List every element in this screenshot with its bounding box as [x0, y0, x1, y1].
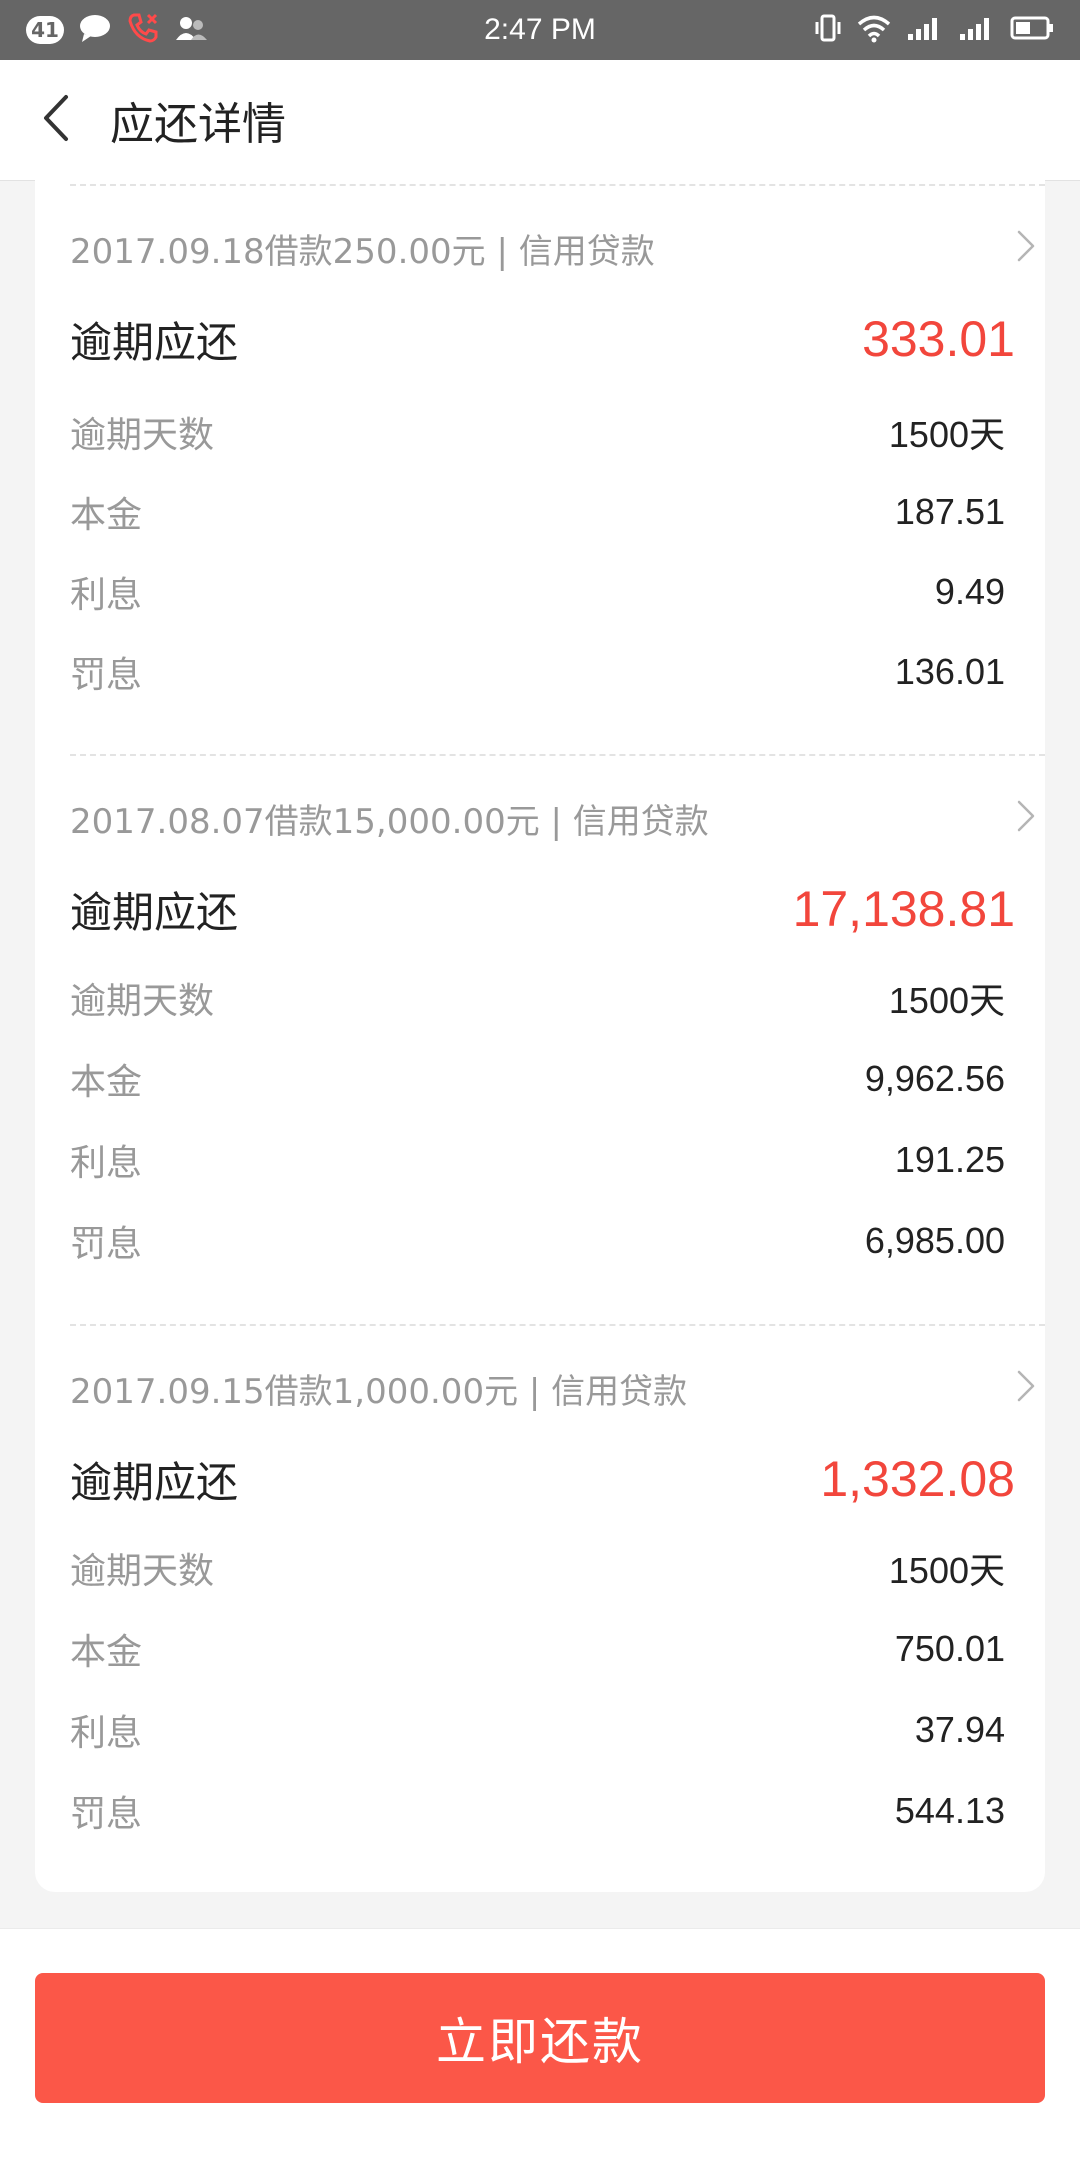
- detail-value: 1500天: [888, 414, 1005, 455]
- chevron-right-icon: [1005, 226, 1045, 270]
- detail-row-interest: 利息 191.25: [70, 1130, 1005, 1190]
- detail-value: 191.25: [894, 1139, 1005, 1180]
- detail-value: 187.51: [894, 491, 1005, 532]
- detail-value: 1500天: [888, 980, 1005, 1021]
- overdue-total-row: 逾期应还 333.01: [70, 304, 1015, 374]
- divider: [70, 1324, 1045, 1326]
- bottom-action-bar: 立即还款: [0, 1928, 1080, 2161]
- page-title: 应还详情: [110, 99, 286, 150]
- detail-row-overdue-days: 逾期天数 1500天: [70, 968, 1005, 1028]
- divider: [70, 184, 1045, 186]
- detail-label: 逾期天数: [70, 415, 215, 456]
- missed-call-icon: [126, 11, 160, 49]
- detail-label: 本金: [70, 1632, 143, 1673]
- detail-label: 逾期天数: [70, 1551, 215, 1592]
- repay-now-button[interactable]: 立即还款: [35, 1973, 1045, 2103]
- detail-row-overdue-days: 逾期天数 1500天: [70, 402, 1005, 462]
- divider: [70, 754, 1045, 756]
- overdue-amount: 17,138.81: [792, 881, 1015, 937]
- overdue-total-row: 逾期应还 17,138.81: [70, 874, 1015, 944]
- loan-header-text: 2017.08.07借款15,000.00元 | 信用贷款: [70, 801, 709, 842]
- detail-row-penalty-interest: 罚息 6,985.00: [70, 1211, 1005, 1271]
- detail-value: 750.01: [894, 1628, 1005, 1669]
- detail-label: 逾期天数: [70, 981, 215, 1022]
- status-bar-left: 41: [26, 11, 386, 49]
- overdue-amount: 1,332.08: [820, 1451, 1015, 1507]
- status-bar: 41 2:47 PM: [0, 0, 1080, 60]
- detail-label: 本金: [70, 1062, 143, 1103]
- chevron-right-icon: [1005, 796, 1045, 840]
- detail-row-principal: 本金 9,962.56: [70, 1049, 1005, 1109]
- loan-header[interactable]: 2017.09.18借款250.00元 | 信用贷款: [70, 218, 1045, 278]
- loan-header-text: 2017.09.15借款1,000.00元 | 信用贷款: [70, 1371, 688, 1412]
- detail-row-penalty-interest: 罚息 136.01: [70, 642, 1005, 702]
- detail-row-principal: 本金 187.51: [70, 482, 1005, 542]
- overdue-label: 逾期应还: [70, 887, 239, 937]
- loan-header-text: 2017.09.18借款250.00元 | 信用贷款: [70, 231, 655, 272]
- detail-value: 136.01: [894, 651, 1005, 692]
- battery-icon: [1010, 15, 1054, 45]
- navigation-bar: 应还详情: [0, 60, 1080, 181]
- detail-row-penalty-interest: 罚息 544.13: [70, 1781, 1005, 1841]
- status-bar-right: [694, 12, 1054, 48]
- loan-header[interactable]: 2017.09.15借款1,000.00元 | 信用贷款: [70, 1358, 1045, 1418]
- detail-row-principal: 本金 750.01: [70, 1619, 1005, 1679]
- vibrate-icon: [814, 12, 842, 48]
- detail-value: 1500天: [888, 1550, 1005, 1591]
- chevron-left-icon: [38, 93, 72, 147]
- notification-count-badge: 41: [26, 16, 64, 44]
- loan-header[interactable]: 2017.08.07借款15,000.00元 | 信用贷款: [70, 788, 1045, 848]
- overdue-label: 逾期应还: [70, 1457, 239, 1507]
- detail-label: 利息: [70, 575, 143, 616]
- loans-card: 2017.09.18借款250.00元 | 信用贷款 逾期应还 333.01 逾…: [35, 180, 1045, 1892]
- chat-bubble-icon: [78, 13, 112, 47]
- detail-row-interest: 利息 37.94: [70, 1700, 1005, 1760]
- overdue-label: 逾期应还: [70, 317, 239, 367]
- detail-value: 6,985.00: [864, 1220, 1005, 1261]
- detail-label: 利息: [70, 1143, 143, 1184]
- detail-row-overdue-days: 逾期天数 1500天: [70, 1538, 1005, 1598]
- detail-value: 9,962.56: [864, 1058, 1005, 1099]
- detail-row-interest: 利息 9.49: [70, 562, 1005, 622]
- status-time: 2:47 PM: [484, 13, 596, 46]
- detail-value: 37.94: [914, 1709, 1005, 1750]
- detail-label: 利息: [70, 1713, 143, 1754]
- detail-label: 罚息: [70, 655, 143, 696]
- signal-2-icon: [958, 14, 996, 46]
- detail-label: 罚息: [70, 1224, 143, 1265]
- signal-icon: [906, 14, 944, 46]
- wifi-icon: [856, 13, 892, 47]
- detail-value: 544.13: [894, 1790, 1005, 1831]
- detail-label: 罚息: [70, 1794, 143, 1835]
- back-button[interactable]: [0, 60, 110, 180]
- overdue-amount: 333.01: [862, 311, 1015, 367]
- chevron-right-icon: [1005, 1366, 1045, 1410]
- detail-value: 9.49: [934, 571, 1005, 612]
- contacts-icon: [174, 14, 210, 46]
- detail-label: 本金: [70, 495, 143, 536]
- overdue-total-row: 逾期应还 1,332.08: [70, 1444, 1015, 1514]
